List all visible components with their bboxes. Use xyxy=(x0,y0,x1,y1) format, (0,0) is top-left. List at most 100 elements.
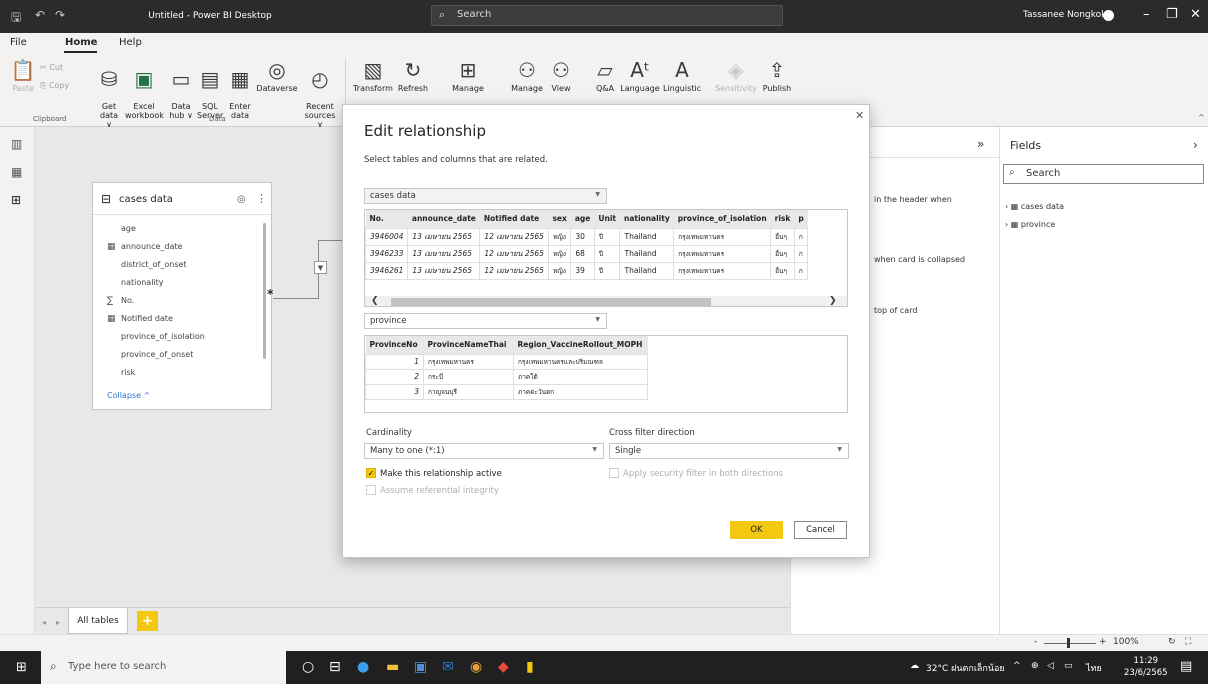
manage-roles-button[interactable]: ⚇ Manage xyxy=(507,59,547,93)
edge-icon[interactable]: ● xyxy=(357,659,369,675)
volume-icon[interactable]: ◁ xyxy=(1047,661,1054,671)
table-cell[interactable]: กาญจนบุรี xyxy=(423,383,514,400)
menu-home[interactable]: Home xyxy=(65,37,97,48)
title-search-box[interactable]: ⌕ Search xyxy=(431,5,783,26)
scroll-right-icon[interactable]: ❯ xyxy=(829,296,837,306)
table-cell[interactable]: 12 เมษายน 2565 xyxy=(479,244,549,263)
table-cell[interactable]: 13 เมษายน 2565 xyxy=(407,244,481,263)
scrollbar-thumb[interactable] xyxy=(391,298,711,306)
language-indicator[interactable]: ไทย xyxy=(1086,661,1102,675)
table-cell[interactable]: ปี xyxy=(593,244,621,263)
field-item[interactable]: district_of_onset xyxy=(107,260,187,269)
zoom-out-button[interactable]: - xyxy=(1034,637,1037,647)
table1-select[interactable]: cases data ▼ xyxy=(364,188,607,204)
relationship-line[interactable] xyxy=(318,240,342,241)
view-as-button[interactable]: ⚇ View xyxy=(547,59,575,93)
acrobat-icon[interactable]: ◆ xyxy=(498,659,509,675)
field-item[interactable]: age xyxy=(107,224,136,233)
table-cell[interactable]: 13 เมษายน 2565 xyxy=(407,227,481,246)
data-view-icon[interactable]: ▦ xyxy=(11,165,22,179)
referential-integrity-checkbox[interactable] xyxy=(366,485,376,495)
linguistic-schema-button[interactable]: A Linguistic xyxy=(661,59,703,93)
qa-setup-button[interactable]: ▱ Q&A xyxy=(591,59,619,93)
file-explorer-icon[interactable]: ▬ xyxy=(386,659,399,675)
field-item[interactable]: risk xyxy=(107,368,135,377)
cardinality-select[interactable]: Many to one (*:1) ▼ xyxy=(364,443,604,459)
close-icon[interactable]: ✕ xyxy=(1190,7,1201,22)
table-cell[interactable]: ภาคใต้ xyxy=(513,368,648,385)
field-item[interactable]: ▦ announce_date xyxy=(107,242,182,252)
mail-icon[interactable]: ✉ xyxy=(442,659,454,675)
chat-icon[interactable]: ▭ xyxy=(1064,661,1073,671)
table-cell[interactable]: 39 xyxy=(570,261,595,280)
report-view-icon[interactable]: ▥ xyxy=(11,137,22,151)
table2-select[interactable]: province ▼ xyxy=(364,313,607,329)
zoom-in-button[interactable]: + xyxy=(1099,637,1107,647)
table-cell[interactable]: ปี xyxy=(593,261,621,280)
table-cell[interactable]: 12 เมษายน 2565 xyxy=(479,261,549,280)
language-button[interactable]: Aᵗ Language xyxy=(620,59,660,93)
more-options-icon[interactable]: ⋮ xyxy=(256,192,267,205)
cut-button[interactable]: ✂ Cut xyxy=(40,63,63,72)
column-header[interactable]: ProvinceNo xyxy=(365,336,424,354)
table-cell[interactable]: ก xyxy=(793,261,809,280)
model-view-icon[interactable]: ⊞ xyxy=(11,193,21,207)
table-cell[interactable]: กระบี่ xyxy=(423,368,514,385)
table-cell[interactable]: กรุงเทพมหานคร xyxy=(673,261,772,280)
cortana-icon[interactable]: ○ xyxy=(302,659,314,675)
tray-chevron-icon[interactable]: ^ xyxy=(1013,661,1021,671)
dataverse-button[interactable]: ◎ Dataverse xyxy=(255,59,299,93)
add-tab-button[interactable]: + xyxy=(137,611,158,631)
table-cell[interactable]: 3946261 xyxy=(365,261,409,280)
collapse-pane-icon[interactable]: » xyxy=(977,137,984,151)
recent-sources-button[interactable]: ◴ Recent sources ∨ xyxy=(302,59,338,129)
table-card-cases-data[interactable]: ⊟ cases data ◎ ⋮ age ▦ announce_date dist… xyxy=(92,182,272,410)
avatar[interactable] xyxy=(1103,10,1114,21)
clock[interactable]: 11:29 23/6/2565 xyxy=(1124,655,1168,679)
table-cell[interactable]: ภาคตะวันตก xyxy=(513,383,648,400)
menu-help[interactable]: Help xyxy=(119,37,142,48)
table-cell[interactable]: 12 เมษายน 2565 xyxy=(479,227,549,246)
tab-all-tables[interactable]: All tables xyxy=(68,608,128,634)
column-header[interactable]: sex xyxy=(548,210,571,228)
zoom-slider-handle[interactable] xyxy=(1067,638,1070,648)
visibility-icon[interactable]: ◎ xyxy=(237,194,246,205)
table1-preview-grid[interactable]: No. announce_date Notified date sex age … xyxy=(364,209,848,307)
column-header[interactable]: ProvinceNameThai xyxy=(423,336,514,354)
tab-prev-icon[interactable]: ◂ xyxy=(42,618,46,627)
table-cell[interactable]: ก xyxy=(793,244,809,263)
field-item[interactable]: province_of_isolation xyxy=(107,332,205,341)
power-bi-icon[interactable]: ▮ xyxy=(526,659,534,675)
task-view-icon[interactable]: ⊟ xyxy=(329,659,341,675)
enter-data-button[interactable]: ▦ Enter data xyxy=(227,59,253,120)
fields-table-item[interactable]: › ▦ province xyxy=(1005,220,1055,229)
minimize-icon[interactable]: – xyxy=(1143,7,1150,22)
column-header[interactable]: age xyxy=(570,210,595,228)
reset-icon[interactable]: ↻ xyxy=(1168,637,1176,647)
tab-next-icon[interactable]: ▸ xyxy=(56,618,60,627)
table-cell[interactable]: 68 xyxy=(570,244,595,263)
security-filter-checkbox[interactable] xyxy=(609,468,619,478)
collapse-ribbon-icon[interactable]: ^ xyxy=(1198,113,1205,122)
table-cell[interactable]: กรุงเทพมหานครและปริมณฑล xyxy=(513,353,648,370)
user-name[interactable]: Tassanee Nongkok xyxy=(1023,10,1106,20)
fields-search-input[interactable]: ⌕ Search xyxy=(1003,164,1204,184)
field-item[interactable]: ∑ No. xyxy=(107,296,134,306)
crossfilter-select[interactable]: Single ▼ xyxy=(609,443,849,459)
column-header[interactable]: p xyxy=(794,210,808,228)
menu-file[interactable]: File xyxy=(10,37,27,48)
table-cell[interactable]: อื่นๆ xyxy=(770,244,795,263)
column-header[interactable]: Notified date xyxy=(479,210,549,228)
ok-button[interactable]: OK xyxy=(730,521,783,539)
table-cell[interactable]: Thailand xyxy=(619,261,675,280)
table-cell[interactable]: อื่นๆ xyxy=(770,227,795,246)
table-cell[interactable]: Thailand xyxy=(619,244,675,263)
get-data-button[interactable]: ⛁ Get data ∨ xyxy=(96,59,122,129)
field-item[interactable]: nationality xyxy=(107,278,164,287)
table-cell[interactable]: 3946004 xyxy=(365,227,409,246)
table-cell[interactable]: Thailand xyxy=(619,227,675,246)
table2-preview-grid[interactable]: ProvinceNo ProvinceNameThai Region_Vacci… xyxy=(364,335,848,413)
table-cell[interactable]: กรุงเทพมหานคร xyxy=(423,353,514,370)
close-icon[interactable]: ✕ xyxy=(855,109,864,122)
column-header[interactable]: Unit xyxy=(594,210,620,228)
